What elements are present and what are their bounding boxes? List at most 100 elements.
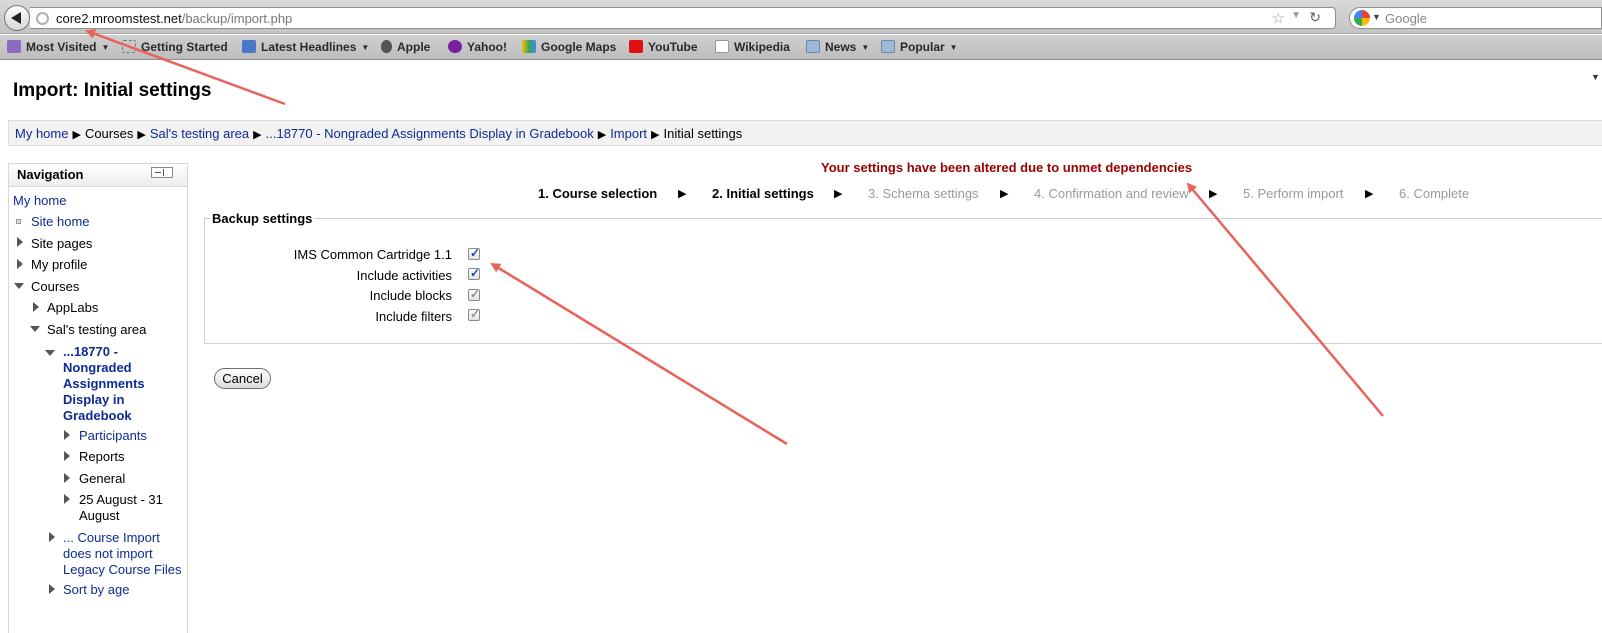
expand-arrow-icon[interactable] [17, 237, 23, 247]
search-engine-dropdown-icon[interactable]: ▼ [1372, 12, 1381, 22]
nav-label[interactable]: ... Course Import [63, 530, 160, 545]
bookmark-wikipedia[interactable]: Wikipedia [715, 40, 790, 54]
nav-label[interactable]: Legacy Course Files [63, 562, 182, 577]
bookmark-news[interactable]: News ▼ [806, 40, 869, 54]
nav-label: AppLabs [47, 300, 99, 315]
checkbox-ims-common-cartridge[interactable] [468, 246, 480, 260]
url-text[interactable]: core2.mroomstest.net/backup/import.php [56, 11, 292, 26]
nav-site-pages[interactable]: Site pages [31, 236, 92, 252]
nav-current-course[interactable]: ...18770 - Nongraded Assignments Display… [63, 344, 145, 424]
bookmark-latest-headlines[interactable]: Latest Headlines ▼ [242, 40, 369, 54]
checkbox-include-filters [468, 307, 480, 321]
bookmark-youtube[interactable]: YouTube [629, 40, 698, 54]
search-input[interactable]: Google [1385, 11, 1427, 26]
step-complete: 6. Complete [1399, 186, 1470, 201]
bookmark-most-visited[interactable]: Most Visited ▼ [7, 40, 109, 54]
bookmark-label: Google Maps [541, 40, 617, 54]
nav-reports[interactable]: Reports [79, 449, 125, 465]
folder-icon [806, 40, 820, 53]
checkbox-include-blocks [468, 287, 480, 301]
nav-label[interactable]: Gradebook [63, 408, 132, 423]
step-schema-settings: 3. Schema settings [868, 186, 979, 201]
expand-arrow-icon[interactable] [49, 584, 55, 594]
expand-arrow-icon[interactable] [33, 302, 39, 312]
bookmark-google-maps[interactable]: Google Maps [522, 40, 616, 54]
bookmark-label: Latest Headlines [261, 40, 357, 54]
expand-arrow-icon[interactable] [64, 451, 70, 461]
step-perform-import: 5. Perform import [1243, 186, 1344, 201]
folder-icon [881, 40, 895, 53]
bookmark-star-icon[interactable]: ☆ [1272, 9, 1285, 27]
expand-arrow-icon[interactable] [64, 430, 70, 440]
breadcrumb-course[interactable]: ...18770 - Nongraded Assignments Display… [266, 126, 594, 141]
nav-label[interactable]: Assignments [63, 376, 145, 391]
nav-label[interactable]: Site home [31, 214, 90, 229]
nav-label[interactable]: Nongraded [63, 360, 132, 375]
nav-sort-by-age[interactable]: Sort by age [63, 582, 130, 598]
nav-label: August [79, 508, 120, 523]
apple-icon [381, 40, 392, 53]
step-arrow-icon: ▶ [1000, 188, 1009, 200]
url-bar[interactable]: core2.mroomstest.net/backup/import.php ☆… [30, 7, 1336, 29]
nav-my-profile[interactable]: My profile [31, 257, 87, 273]
step-confirmation-review: 4. Confirmation and review [1034, 186, 1189, 201]
setting-label-blocks: Include blocks [369, 288, 452, 303]
bookmark-popular[interactable]: Popular ▼ [881, 40, 958, 54]
bookmark-label: Most Visited [26, 40, 97, 54]
collapse-arrow-icon[interactable] [45, 350, 55, 356]
nav-courses[interactable]: Courses [31, 279, 79, 295]
nav-general[interactable]: General [79, 471, 125, 487]
nav-label[interactable]: Sort by age [63, 582, 130, 597]
url-path: /backup/import.php [181, 11, 293, 26]
bookmarks-bar: Most Visited ▼ Getting Started Latest Hea… [0, 35, 1602, 60]
nav-label[interactable]: ...18770 - [63, 344, 118, 359]
cancel-button[interactable]: Cancel [214, 368, 271, 389]
chevron-down-icon: ▼ [101, 43, 110, 52]
bookmark-label: Popular [900, 40, 945, 54]
bookmark-label: Apple [397, 40, 431, 54]
youtube-icon [629, 40, 643, 53]
nav-label[interactable]: Display in [63, 392, 124, 407]
globe-icon [36, 12, 49, 25]
breadcrumb-separator-icon: ▶ [137, 129, 146, 141]
google-maps-icon [522, 40, 536, 53]
expand-arrow-icon[interactable] [49, 532, 55, 542]
expand-arrow-icon[interactable] [64, 473, 70, 483]
search-bar[interactable]: ▼ Google [1349, 7, 1602, 29]
expand-arrow-icon[interactable] [64, 494, 70, 504]
nav-label[interactable]: does not import [63, 546, 153, 561]
breadcrumb-separator-icon: ▶ [72, 129, 81, 141]
expand-arrow-icon[interactable] [17, 259, 23, 269]
back-arrow-icon[interactable] [4, 5, 30, 31]
step-arrow-icon: ▶ [678, 188, 687, 200]
breadcrumb-my-home[interactable]: My home [15, 126, 68, 141]
nav-label: Sal's testing area [47, 322, 147, 337]
collapse-arrow-icon[interactable] [30, 326, 40, 332]
dock-block-icon[interactable] [151, 167, 173, 178]
reload-icon[interactable]: ↻ [1309, 9, 1321, 26]
google-icon[interactable] [1354, 10, 1370, 26]
nav-label[interactable]: Participants [79, 428, 147, 443]
nav-sals-testing-area[interactable]: Sal's testing area [47, 322, 146, 338]
rss-icon [242, 40, 256, 53]
checkbox-include-activities[interactable] [468, 266, 480, 280]
breadcrumb-import[interactable]: Import [610, 126, 647, 141]
bookmark-yahoo[interactable]: Yahoo! [448, 40, 507, 54]
nav-label: Site pages [31, 236, 93, 251]
chevron-down-icon[interactable]: ▼ [1591, 72, 1600, 82]
nav-applabs[interactable]: AppLabs [47, 300, 98, 316]
breadcrumb-sals-testing-area[interactable]: Sal's testing area [150, 126, 249, 141]
bookmark-apple[interactable]: Apple [381, 40, 430, 54]
nav-participants[interactable]: Participants [79, 428, 147, 444]
collapse-arrow-icon[interactable] [14, 283, 24, 289]
history-dropdown-icon[interactable]: ▼ [1291, 10, 1301, 21]
nav-site-home[interactable]: Site home [31, 214, 90, 230]
dependency-warning: Your settings have been altered due to u… [821, 160, 1193, 175]
nav-week[interactable]: 25 August - 31 August [79, 492, 163, 524]
nav-label: Courses [31, 279, 80, 294]
page-title: Import: Initial settings [13, 80, 212, 101]
bookmark-getting-started[interactable]: Getting Started [122, 40, 228, 54]
nav-label: General [79, 471, 126, 486]
nav-course-import[interactable]: ... Course Import does not import Legacy… [63, 530, 182, 578]
navigation-header: Navigation [9, 164, 187, 187]
